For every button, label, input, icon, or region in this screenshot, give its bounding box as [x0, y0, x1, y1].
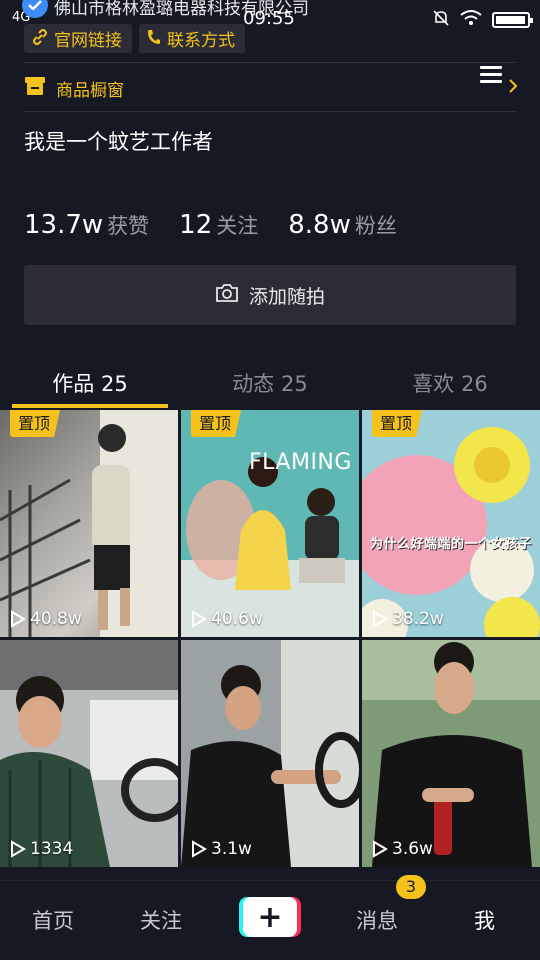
plus-icon: +	[243, 897, 297, 937]
wifi-icon	[460, 10, 482, 30]
create-video-button[interactable]: +	[239, 897, 301, 937]
shop-window-label: 商品橱窗	[56, 80, 124, 101]
video-thumbnail[interactable]: 置顶 40.8w	[0, 410, 178, 637]
fans-label[interactable]: 粉丝	[355, 210, 397, 240]
tab-works[interactable]: 作品 25	[0, 368, 180, 398]
nav-me[interactable]: 我	[474, 905, 495, 935]
following-count[interactable]: 12	[179, 210, 212, 240]
view-count: 3.6w	[372, 839, 433, 859]
play-icon	[373, 840, 388, 858]
view-count: 38.2w	[372, 609, 444, 629]
menu-icon[interactable]	[480, 66, 502, 84]
divider	[24, 62, 516, 63]
thumbnail-overlay-text: 为什么好端端的一个女孩子	[370, 537, 533, 552]
likes-count: 13.7w	[24, 210, 104, 240]
fans-count[interactable]: 8.8w	[288, 210, 351, 240]
shop-icon	[24, 76, 46, 100]
website-link-button[interactable]: 官网链接	[24, 24, 132, 53]
mute-icon	[432, 9, 450, 31]
content-tabs: 作品 25 动态 25 喜欢 26	[0, 360, 540, 410]
profile-bio: 我是一个蚊艺工作者	[24, 130, 213, 154]
view-count: 1334	[10, 839, 73, 859]
nav-home[interactable]: 首页	[32, 905, 74, 935]
view-count: 3.1w	[191, 839, 252, 859]
bottom-navigation: 首页 关注 + 消息 3 我	[0, 875, 540, 960]
contact-button[interactable]: 联系方式	[139, 24, 245, 53]
view-count: 40.6w	[191, 609, 263, 629]
video-thumbnail[interactable]: 1334	[0, 640, 178, 867]
likes-label: 获赞	[107, 214, 150, 238]
video-thumbnail[interactable]: 3.1w	[181, 640, 359, 867]
play-icon	[192, 840, 207, 858]
view-count: 40.8w	[10, 609, 82, 629]
contact-label: 联系方式	[167, 31, 235, 51]
play-icon	[373, 610, 388, 628]
tab-activity[interactable]: 动态 25	[180, 368, 360, 398]
clock: 09:55	[243, 8, 295, 29]
play-icon	[192, 610, 207, 628]
video-thumbnail[interactable]: FLAMING 置顶 40.6w	[181, 410, 359, 637]
shop-window-row[interactable]: 商品橱窗	[24, 74, 518, 102]
video-thumbnail[interactable]: 3.6w	[362, 640, 540, 867]
video-thumbnail[interactable]: 为什么好端端的一个女孩子 置顶 38.2w	[362, 410, 540, 637]
pinned-badge: 置顶	[191, 410, 242, 437]
pinned-badge: 置顶	[10, 410, 61, 437]
battery-icon	[492, 12, 533, 28]
add-snapshot-label: 添加随拍	[248, 285, 325, 308]
pinned-badge: 置顶	[372, 410, 423, 437]
thumbnail-overlay-text: FLAMING	[249, 450, 352, 475]
camera-icon	[215, 283, 239, 307]
divider	[24, 111, 516, 112]
play-icon	[11, 840, 26, 858]
website-link-label: 官网链接	[54, 31, 122, 51]
nav-follow[interactable]: 关注	[140, 905, 182, 935]
tab-likes[interactable]: 喜欢 26	[360, 368, 540, 398]
active-tab-indicator	[12, 404, 168, 408]
nav-messages[interactable]: 消息	[356, 905, 398, 935]
link-icon	[32, 28, 48, 49]
profile-stats: 13.7w 获赞 12 关注 8.8w 粉丝	[24, 210, 427, 240]
play-icon	[11, 610, 26, 628]
following-label[interactable]: 关注	[216, 210, 258, 240]
chevron-right-icon	[508, 78, 518, 98]
phone-icon	[147, 29, 161, 49]
messages-badge: 3	[396, 875, 426, 899]
add-snapshot-button[interactable]: 添加随拍	[24, 265, 516, 325]
